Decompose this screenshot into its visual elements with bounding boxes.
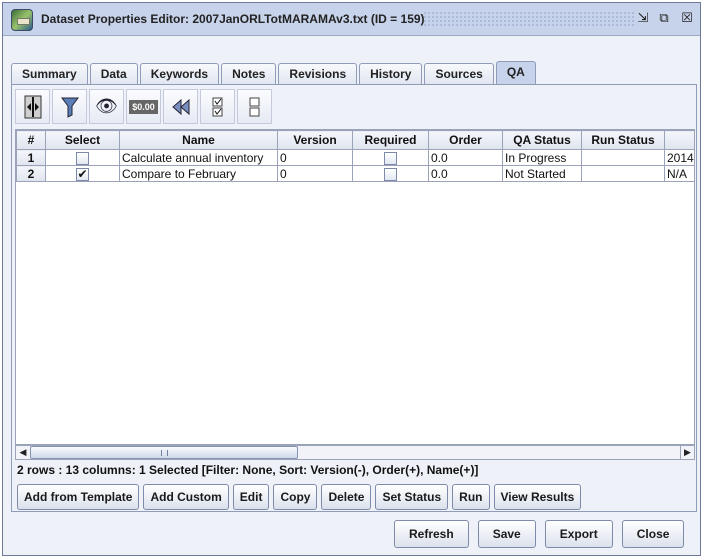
required-checkbox[interactable] bbox=[384, 167, 397, 181]
window-title: Dataset Properties Editor: 2007JanORLTot… bbox=[41, 12, 425, 26]
view-eye-icon[interactable]: 👁 bbox=[89, 89, 124, 124]
format-dollar-icon[interactable]: $0.00 bbox=[126, 89, 161, 124]
minimize-icon[interactable]: ⇲ bbox=[635, 11, 651, 27]
select-cell[interactable] bbox=[45, 149, 120, 166]
name-cell[interactable]: Compare to February bbox=[119, 165, 278, 182]
view-results-button[interactable]: View Results bbox=[493, 484, 582, 510]
order-cell[interactable]: 0.0 bbox=[428, 149, 503, 166]
save-button[interactable]: Save bbox=[477, 520, 536, 548]
tab-bar: Summary Data Keywords Notes Revisions Hi… bbox=[11, 61, 538, 85]
required-checkbox[interactable] bbox=[384, 151, 397, 165]
required-cell[interactable] bbox=[352, 149, 429, 166]
extra-cell[interactable]: 2014 bbox=[664, 149, 694, 166]
tab-revisions[interactable]: Revisions bbox=[278, 63, 358, 85]
horizontal-scrollbar[interactable]: ◀ ▶ bbox=[15, 445, 695, 460]
table-status-text: 2 rows : 13 columns: 1 Selected [Filter:… bbox=[17, 463, 479, 477]
tab-notes[interactable]: Notes bbox=[221, 63, 277, 85]
col-header-extra[interactable] bbox=[664, 130, 694, 150]
close-icon[interactable]: ☒ bbox=[679, 11, 695, 27]
copy-button[interactable]: Copy bbox=[273, 484, 318, 510]
col-header-name[interactable]: Name bbox=[119, 130, 278, 150]
col-header-qa-status[interactable]: QA Status bbox=[502, 130, 582, 150]
qa-steps-table: # Select Name Version Required Order QA … bbox=[15, 129, 695, 445]
table-header-row: # Select Name Version Required Order QA … bbox=[16, 130, 694, 150]
select-cell[interactable]: ✔ bbox=[45, 165, 120, 182]
select-checkbox[interactable] bbox=[76, 151, 89, 165]
scroll-left-icon[interactable]: ◀ bbox=[16, 446, 30, 459]
select-all-checkbox-icon[interactable] bbox=[200, 89, 235, 124]
qa-status-cell[interactable]: Not Started bbox=[502, 165, 582, 182]
table-row[interactable]: 2 ✔ Compare to February 0 0.0 Not Starte… bbox=[16, 165, 694, 182]
qa-status-cell[interactable]: In Progress bbox=[502, 149, 582, 166]
qa-table: # Select Name Version Required Order QA … bbox=[16, 130, 694, 182]
delete-button[interactable]: Delete bbox=[321, 484, 372, 510]
close-button[interactable]: Close bbox=[621, 520, 685, 548]
row-number: 2 bbox=[16, 165, 46, 182]
tab-history[interactable]: History bbox=[359, 63, 423, 85]
select-checkbox-checked[interactable]: ✔ bbox=[76, 167, 89, 181]
maximize-icon[interactable]: ⧉ bbox=[656, 11, 672, 27]
title-bar-grip bbox=[423, 11, 635, 27]
required-cell[interactable] bbox=[352, 165, 429, 182]
qa-action-buttons: Add from Template Add Custom Edit Copy D… bbox=[17, 484, 582, 510]
tab-qa[interactable]: QA bbox=[495, 61, 536, 85]
export-button[interactable]: Export bbox=[544, 520, 613, 548]
dialog-footer: Refresh Save Export Close bbox=[394, 520, 685, 548]
name-cell[interactable]: Calculate annual inventory bbox=[119, 149, 278, 166]
col-header-run-status[interactable]: Run Status bbox=[581, 130, 665, 150]
run-status-cell[interactable] bbox=[581, 149, 665, 166]
col-header-select[interactable]: Select bbox=[45, 130, 120, 150]
qa-panel: 👁 $0.00 # Select Name Version Required O… bbox=[11, 84, 697, 512]
extra-cell[interactable]: N/A bbox=[664, 165, 694, 182]
format-dollar-label: $0.00 bbox=[129, 99, 158, 114]
tab-data[interactable]: Data bbox=[89, 63, 138, 85]
run-status-cell[interactable] bbox=[581, 165, 665, 182]
table-row[interactable]: 1 Calculate annual inventory 0 0.0 In Pr… bbox=[16, 149, 694, 166]
col-header-version[interactable]: Version bbox=[277, 130, 353, 150]
version-cell[interactable]: 0 bbox=[277, 165, 353, 182]
set-status-button[interactable]: Set Status bbox=[375, 484, 449, 510]
reset-rewind-icon[interactable] bbox=[163, 89, 198, 124]
filter-icon[interactable] bbox=[52, 89, 87, 124]
scrollbar-thumb[interactable] bbox=[30, 446, 298, 459]
col-header-order[interactable]: Order bbox=[428, 130, 503, 150]
clear-selection-checkbox-icon[interactable] bbox=[237, 89, 272, 124]
app-logo-icon bbox=[11, 9, 33, 31]
dataset-properties-window: Dataset Properties Editor: 2007JanORLTot… bbox=[2, 2, 701, 556]
tab-summary[interactable]: Summary bbox=[11, 63, 88, 85]
column-resize-icon[interactable] bbox=[15, 89, 50, 124]
tab-sources[interactable]: Sources bbox=[424, 63, 494, 85]
table-toolbar: 👁 $0.00 bbox=[15, 89, 272, 125]
run-button[interactable]: Run bbox=[452, 484, 490, 510]
col-header-rownum[interactable]: # bbox=[16, 130, 46, 150]
scroll-right-icon[interactable]: ▶ bbox=[680, 446, 694, 459]
add-custom-button[interactable]: Add Custom bbox=[143, 484, 229, 510]
version-cell[interactable]: 0 bbox=[277, 149, 353, 166]
row-number: 1 bbox=[16, 149, 46, 166]
tab-keywords[interactable]: Keywords bbox=[139, 63, 220, 85]
edit-button[interactable]: Edit bbox=[232, 484, 270, 510]
order-cell[interactable]: 0.0 bbox=[428, 165, 503, 182]
title-bar[interactable]: Dataset Properties Editor: 2007JanORLTot… bbox=[3, 3, 700, 36]
refresh-button[interactable]: Refresh bbox=[394, 520, 469, 548]
col-header-required[interactable]: Required bbox=[352, 130, 429, 150]
add-from-template-button[interactable]: Add from Template bbox=[17, 484, 140, 510]
